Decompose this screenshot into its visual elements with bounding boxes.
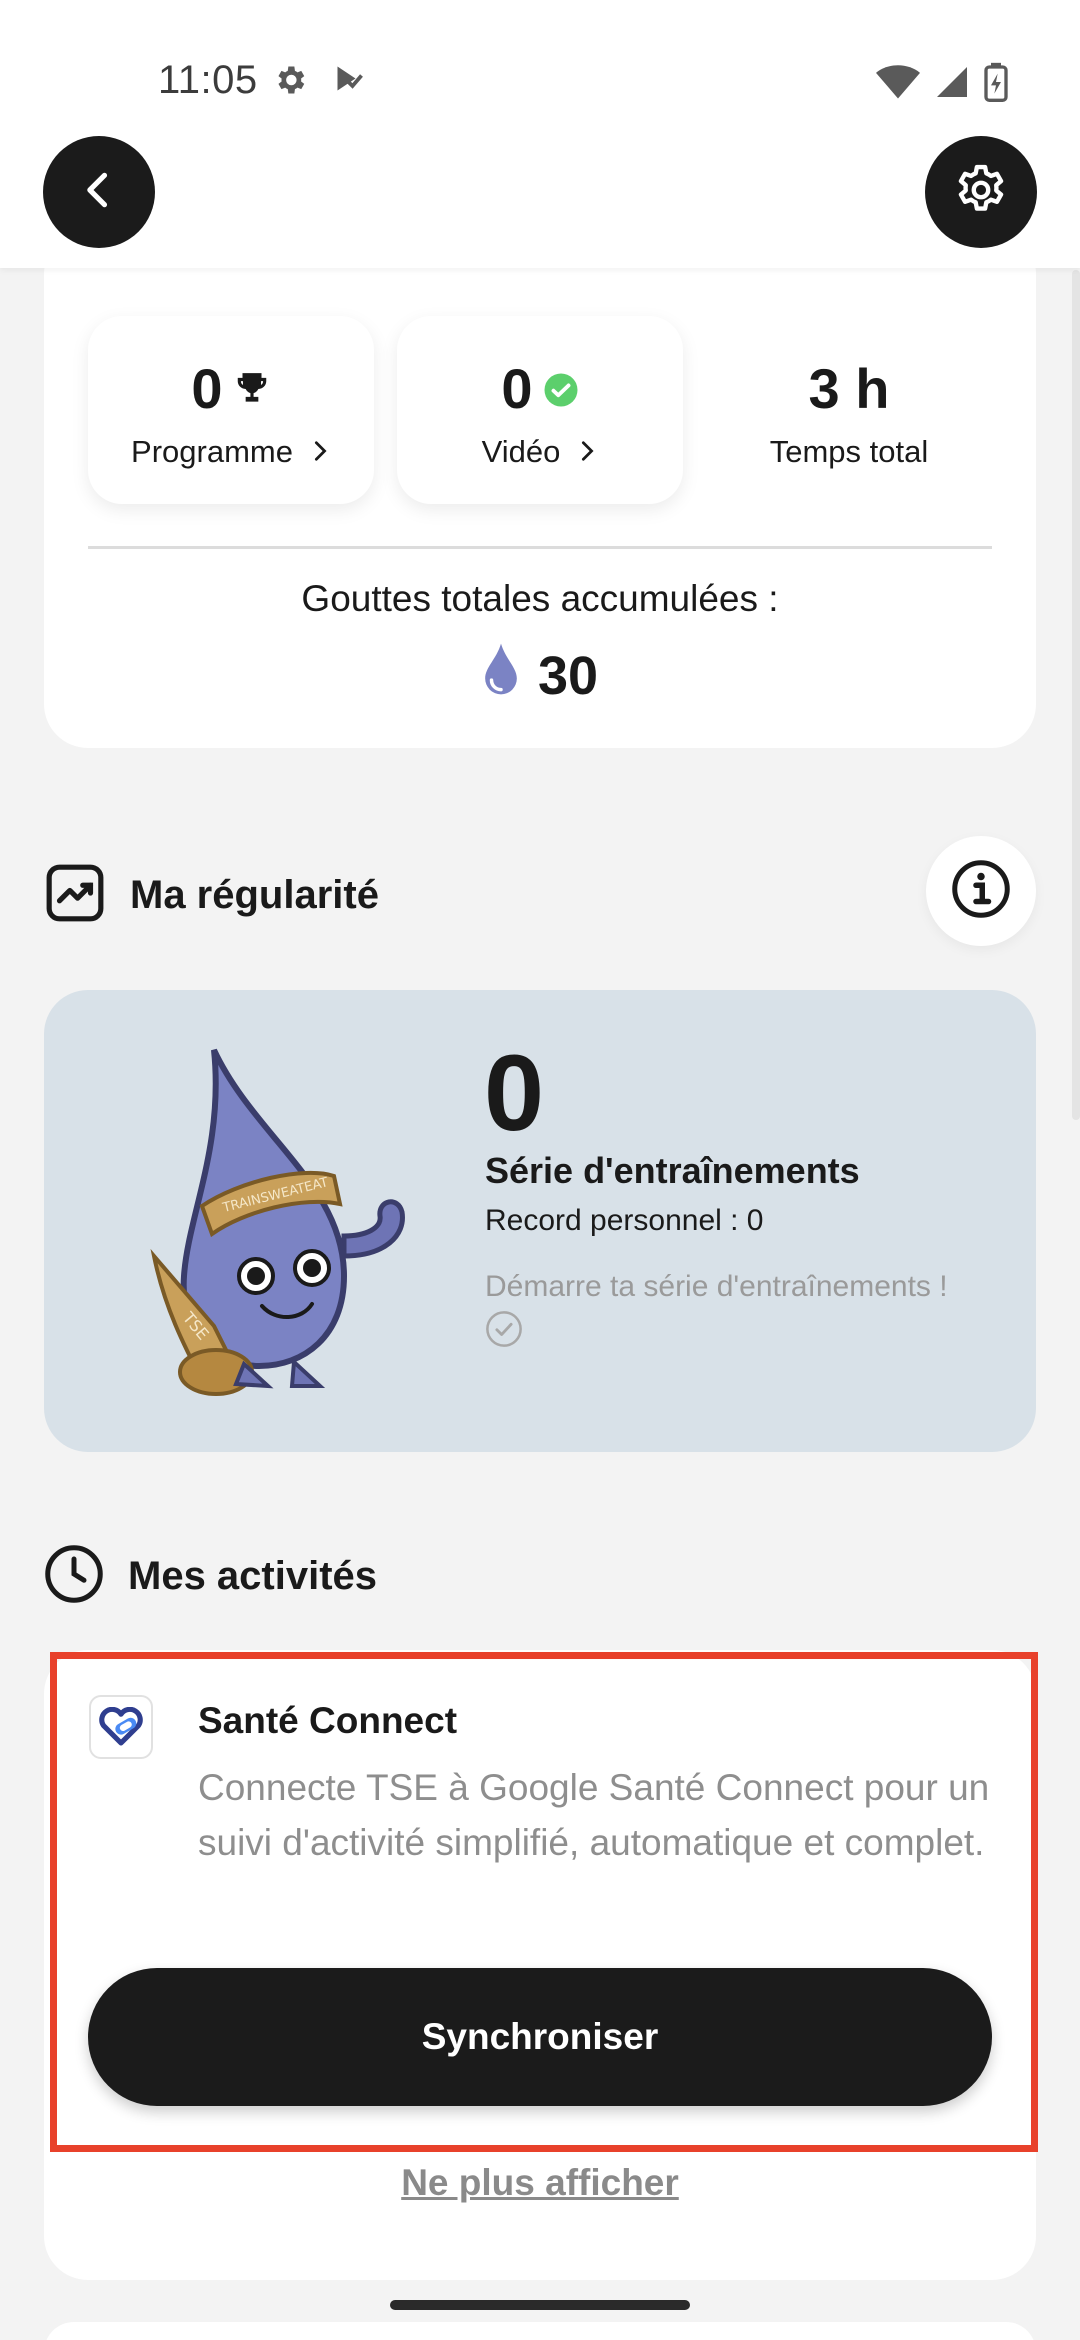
status-time: 11:05 [158,58,258,102]
total-time-value: 3 h [808,357,890,420]
total-drops-value: 30 [537,645,599,706]
total-drops-label: Gouttes totales accumulées : [301,578,779,619]
signal-icon [934,64,970,105]
streak-card: TRAINSWEATEAT TSE 0 Série d'entraînement… [44,990,1036,1452]
divider [88,546,992,549]
programme-tile[interactable]: 0 Programme [88,316,374,504]
play-protect-icon [330,62,366,103]
stats-card: 0 Programme 0 Vidéo 3 h Temps total Gout… [44,230,1036,748]
activities-title: Mes activités [128,1554,378,1598]
info-icon [951,859,1011,924]
chevron-left-icon [77,168,121,217]
streak-count: 0 [484,1032,545,1153]
next-card [44,2322,1036,2340]
check-circle-icon [543,356,579,421]
trophy-icon [233,356,271,421]
clock-icon [44,1544,104,1609]
chevron-right-icon [576,434,598,470]
settings-icon [272,62,308,103]
scrollbar[interactable] [1072,270,1080,1120]
regularity-header: Ma régularité [44,862,379,929]
check-circle-outline-icon [485,1310,523,1353]
personal-record: Record personnel : 0 [485,1204,764,1237]
highlight-box [50,1652,1038,2152]
drop-icon [482,642,520,709]
gear-icon [952,161,1010,224]
programme-label: Programme [131,434,293,469]
mascot-illustration: TRAINSWEATEAT TSE [144,1036,434,1401]
video-label: Vidéo [481,434,561,469]
top-bar: 11:05 [0,0,1080,268]
video-count: 0 [501,357,533,420]
chevron-right-icon [309,434,331,470]
regularity-title: Ma régularité [130,873,379,917]
back-button[interactable] [43,136,155,248]
activities-header: Mes activités [44,1544,377,1609]
video-tile[interactable]: 0 Vidéo [397,316,683,504]
streak-title: Série d'entraînements [485,1150,860,1191]
trend-chart-icon [44,862,106,929]
streak-hint: Démarre ta série d'entraînements ! [485,1270,948,1303]
hide-link[interactable]: Ne plus afficher [0,2162,1080,2204]
programme-count: 0 [191,357,223,420]
battery-charging-icon [984,62,1008,107]
gesture-bar[interactable] [390,2300,690,2310]
settings-button[interactable] [925,136,1037,248]
info-button[interactable] [926,836,1036,946]
total-time-tile: 3 h Temps total [706,316,992,504]
wifi-icon [876,63,920,106]
total-time-label: Temps total [769,434,929,469]
